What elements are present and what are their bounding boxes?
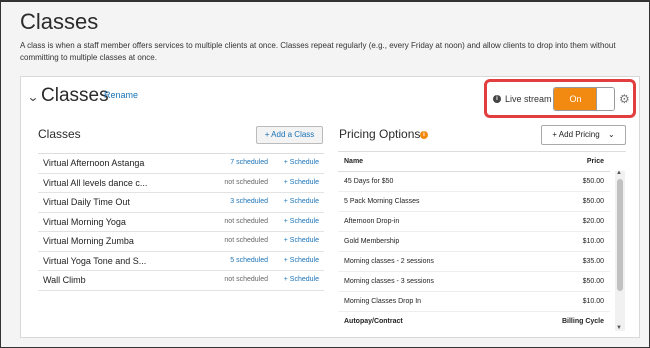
pricing-name: Morning classes - 3 sessions [344,278,434,285]
live-stream-highlight: i Live stream On [484,79,636,118]
schedule-link[interactable]: + Schedule [284,218,319,225]
pricing-row[interactable]: Morning classes - 2 sessions $35.00 [338,252,610,272]
class-schedule-status: not scheduled [224,276,268,283]
column-header-price: Price [586,158,604,165]
class-row[interactable]: Virtual All levels dance c... not schedul… [38,174,324,193]
card-header: ⌄ Classes Rename i Live stream On ⚙ [21,77,639,118]
scroll-down-arrow-icon[interactable]: ▼ [616,325,622,331]
scroll-up-arrow-icon[interactable]: ▲ [616,170,622,176]
pricing-scrollbar[interactable]: ▲ ▼ [615,170,625,331]
class-name[interactable]: Wall Climb [43,275,163,285]
pricing-name: 5 Pack Morning Classes [344,198,420,205]
classes-section-title: Classes [38,127,81,141]
class-schedule-status[interactable]: 3 scheduled [230,198,268,205]
class-row[interactable]: Wall Climb not scheduled + Schedule [38,271,324,291]
pricing-price: $50.00 [582,178,604,185]
pricing-table-header: Name Price [338,152,610,172]
pricing-section-title: Pricing Options [339,127,421,141]
schedule-link[interactable]: + Schedule [284,237,319,244]
class-name[interactable]: Virtual Morning Yoga [43,217,163,227]
class-row[interactable]: Virtual Yoga Tone and S... 5 scheduled + S… [38,252,324,271]
schedule-link[interactable]: + Schedule [284,198,319,205]
toggle-on-label: On [554,88,597,110]
live-stream-label: Live stream [505,94,552,104]
pricing-name: Gold Membership [344,238,400,245]
add-pricing-label: + Add Pricing [552,130,600,139]
schedule-link[interactable]: + Schedule [284,276,319,283]
class-name[interactable]: Virtual Yoga Tone and S... [43,256,163,266]
pricing-rows: 45 Days for $50 $50.00 5 Pack Morning Clas… [338,172,626,312]
footer-price: Billing Cycle [561,318,604,325]
card-title: Classes [41,85,109,106]
class-schedule-status: not scheduled [224,237,268,244]
collapse-chevron-icon[interactable]: ⌄ [27,90,39,104]
pricing-table-footer: Autopay/Contract Billing Cycle [338,312,610,331]
gear-icon[interactable]: ⚙ [619,92,630,106]
schedule-link[interactable]: + Schedule [284,159,319,166]
pricing-name: Morning Classes Drop In [344,298,422,305]
class-schedule-status: not scheduled [224,217,268,225]
class-row[interactable]: Virtual Daily Time Out 3 scheduled + Sched… [38,193,324,213]
classes-card: ⌄ Classes Rename i Live stream On ⚙ Clas… [20,76,640,338]
pricing-price: $50.00 [582,278,604,285]
live-stream-toggle[interactable]: On [553,87,615,111]
class-schedule-status[interactable]: 7 scheduled [230,159,268,166]
schedule-link[interactable]: + Schedule [284,257,319,264]
scroll-thumb[interactable] [617,179,623,291]
class-row[interactable]: Virtual Afternoon Astanga 7 scheduled + Sc… [38,154,324,174]
pricing-row[interactable]: Morning classes - 3 sessions $50.00 [338,272,610,292]
pricing-price: $50.00 [582,198,604,205]
class-schedule-status[interactable]: 5 scheduled [230,257,268,264]
info-icon: i [493,95,501,103]
class-name[interactable]: Virtual All levels dance c... [43,178,163,188]
pricing-name: 45 Days for $50 [344,178,394,185]
pricing-name: Morning classes - 2 sessions [344,258,434,265]
pricing-price: $10.00 [582,238,604,245]
footer-name: Autopay/Contract [344,318,403,325]
class-name[interactable]: Virtual Afternoon Astanga [43,158,163,168]
pricing-table: Name Price 45 Days for $50 $50.00 5 Pack M… [338,151,626,331]
chevron-down-icon: ⌄ [607,130,615,139]
pricing-row[interactable]: 5 Pack Morning Classes $50.00 [338,192,610,212]
pricing-price: $35.00 [582,258,604,265]
page-description: A class is when a staff member offers se… [20,41,616,62]
pricing-row[interactable]: Afternoon Drop-in $20.00 [338,212,610,232]
pricing-price: $10.00 [582,298,604,305]
add-class-button[interactable]: + Add a Class [256,126,323,144]
column-header-name: Name [344,158,364,165]
rename-link[interactable]: Rename [104,90,138,100]
add-pricing-dropdown[interactable]: + Add Pricing ⌄ [541,125,626,145]
pricing-row[interactable]: Gold Membership $10.00 [338,232,610,252]
class-name[interactable]: Virtual Daily Time Out [43,197,163,207]
class-row[interactable]: Virtual Morning Yoga not scheduled + Sched… [38,213,324,232]
toggle-knob [596,88,614,110]
pricing-name: Afternoon Drop-in [344,218,400,225]
schedule-link[interactable]: + Schedule [284,179,319,186]
class-row[interactable]: Virtual Morning Zumba not scheduled + Sche… [38,232,324,252]
pricing-price: $20.00 [582,218,604,225]
class-list: Virtual Afternoon Astanga 7 scheduled + Sc… [38,153,324,291]
pricing-row[interactable]: 45 Days for $50 $50.00 [338,172,610,192]
class-schedule-status: not scheduled [224,178,268,186]
pricing-info-icon[interactable]: i [420,131,428,139]
page-title: Classes [20,9,99,34]
class-name[interactable]: Virtual Morning Zumba [43,236,163,246]
pricing-row[interactable]: Morning Classes Drop In $10.00 [338,292,610,312]
